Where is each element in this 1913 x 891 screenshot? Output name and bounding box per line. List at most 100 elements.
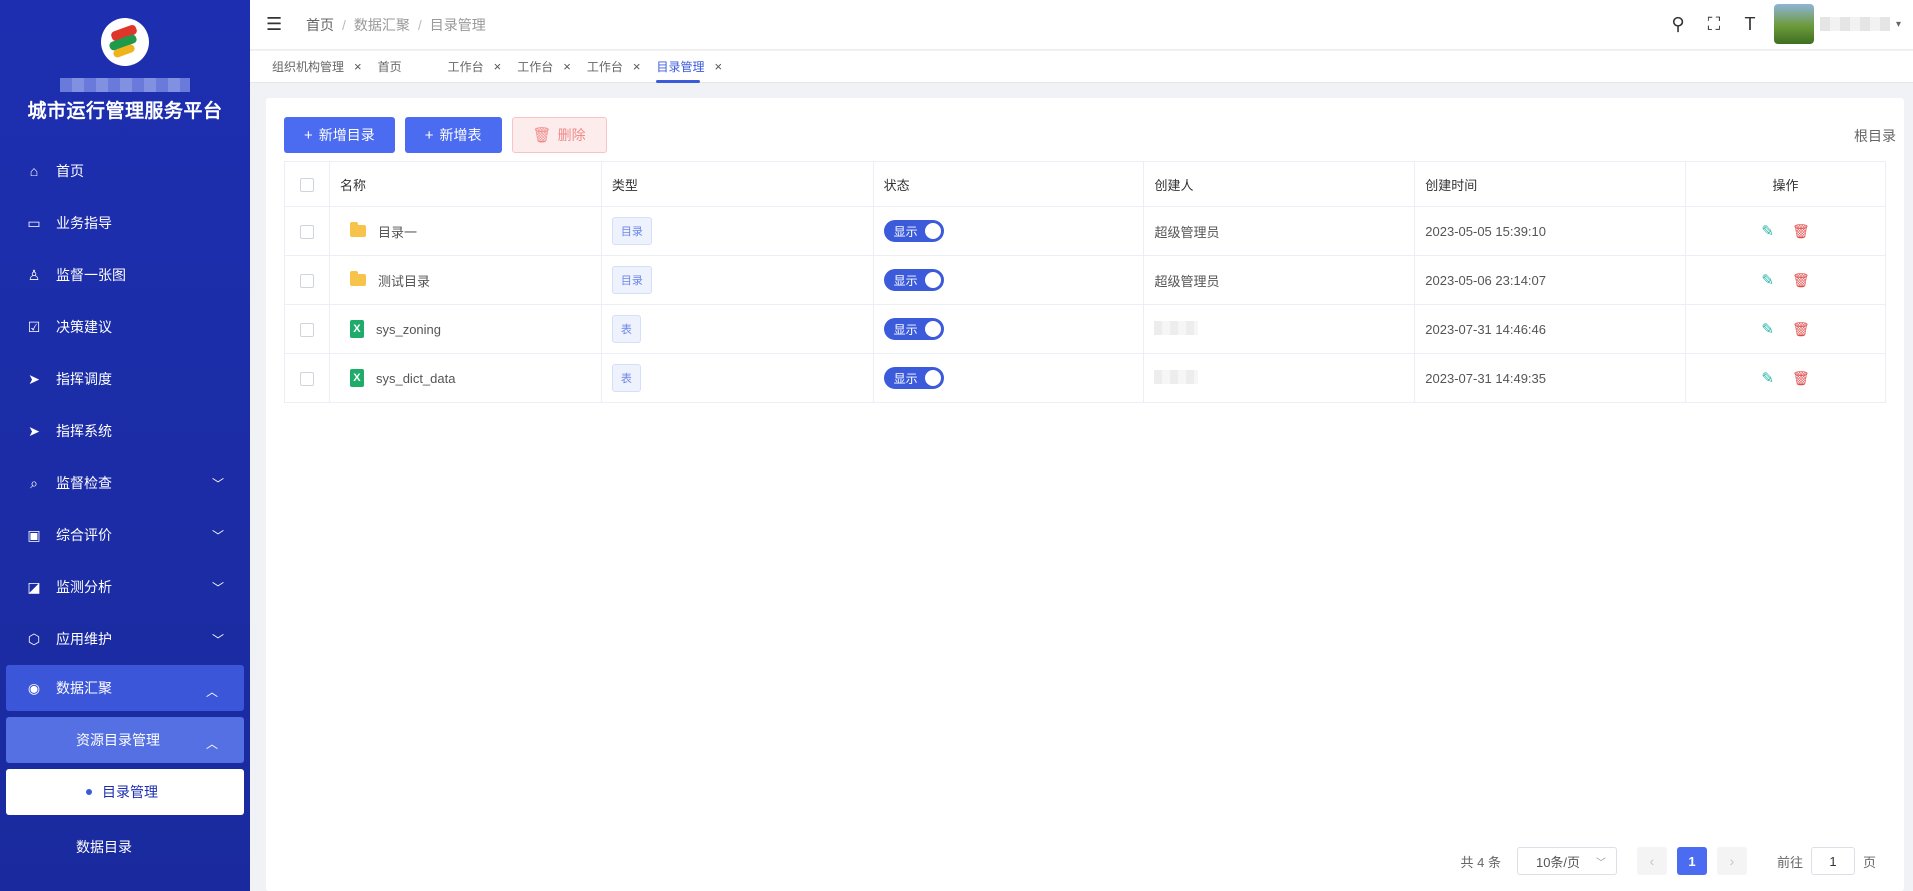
row-name[interactable]: 测试目录 bbox=[378, 271, 430, 290]
delete-button[interactable]: 🗑 删除 bbox=[511, 117, 607, 153]
add-table-button[interactable]: + 新增表 bbox=[404, 117, 502, 153]
row-name[interactable]: sys_dict_data bbox=[376, 371, 456, 386]
search-icon: ⌕ bbox=[30, 474, 38, 491]
tab-home[interactable]: 首页 bbox=[378, 51, 402, 83]
row-name[interactable]: sys_zoning bbox=[376, 322, 441, 337]
page-number-current[interactable]: 1 bbox=[1676, 847, 1707, 875]
blurred-creator bbox=[1154, 369, 1199, 384]
sidebar-item-home[interactable]: ⌂ 首页 bbox=[0, 145, 250, 197]
type-tag: 表 bbox=[611, 364, 641, 392]
menu-toggle-icon[interactable]: ☰ bbox=[266, 14, 284, 35]
fullscreen-icon[interactable]: ⛶ bbox=[1702, 12, 1726, 36]
type-cell: 表 bbox=[600, 304, 874, 354]
table-row: 目录一 目录 显示 超级管理员 2023-05-05 15:39:10 ✎ 🗑 bbox=[284, 206, 1886, 256]
button-label: 新增表 bbox=[439, 127, 482, 143]
close-icon[interactable]: × bbox=[354, 59, 362, 74]
trash-icon: 🗑 bbox=[532, 127, 552, 144]
breadcrumb: 首页 / 数据汇聚 / 目录管理 bbox=[306, 15, 486, 35]
column-header-creator: 创建人 bbox=[1143, 161, 1416, 207]
row-checkbox[interactable] bbox=[299, 273, 314, 288]
send-icon: ➤ bbox=[28, 370, 40, 387]
font-size-icon[interactable]: T bbox=[1738, 12, 1762, 36]
edit-check-icon: ☑ bbox=[27, 318, 41, 335]
sidebar-item-label: 综合评价 bbox=[56, 527, 112, 543]
table-header-row: 名称 类型 状态 创建人 创建时间 操作 bbox=[284, 161, 1886, 207]
tab-catalog-management[interactable]: 目录管理 × bbox=[656, 51, 722, 83]
logo-area: 城市运行管理服务平台 bbox=[0, 0, 250, 145]
chart-icon: ◪ bbox=[27, 578, 41, 595]
actions-cell: ✎ 🗑 bbox=[1685, 206, 1886, 256]
edit-icon[interactable]: ✎ bbox=[1761, 223, 1774, 240]
caret-down-icon[interactable]: ▾ bbox=[1896, 19, 1901, 30]
chevron-down-icon: ﹀ bbox=[211, 529, 224, 543]
sidebar-item-evaluation[interactable]: ▣ 综合评价 ﹀ bbox=[0, 509, 250, 561]
row-checkbox[interactable] bbox=[299, 371, 314, 386]
select-all-checkbox[interactable] bbox=[299, 177, 314, 192]
sidebar-item-catalog-management[interactable]: 目录管理 bbox=[6, 769, 244, 815]
avatar[interactable] bbox=[1773, 4, 1814, 44]
sidebar-item-data-catalog[interactable]: 数据目录 bbox=[0, 821, 250, 873]
tab-label: 工作台 bbox=[586, 60, 623, 74]
search-icon[interactable]: ⚲ bbox=[1666, 12, 1690, 36]
trash-icon[interactable]: 🗑 bbox=[1792, 223, 1810, 239]
sidebar-item-data-aggregation[interactable]: ◉ 数据汇聚 ︿ bbox=[6, 665, 244, 711]
tab-workbench[interactable]: 工作台 × bbox=[587, 51, 641, 83]
chevron-up-icon: ︿ bbox=[205, 737, 218, 751]
close-icon[interactable]: × bbox=[633, 59, 641, 74]
sidebar-item-resource-catalog[interactable]: 资源目录管理 ︿ bbox=[6, 717, 244, 763]
sidebar-item-label: 监督检查 bbox=[56, 475, 112, 491]
sidebar-item-maintenance[interactable]: ⬡ 应用维护 ﹀ bbox=[0, 613, 250, 665]
tab-org-management[interactable]: 组织机构管理 × bbox=[272, 51, 362, 83]
edit-icon[interactable]: ✎ bbox=[1761, 370, 1774, 387]
tab-workbench[interactable]: 工作台 × bbox=[517, 51, 571, 83]
status-toggle[interactable]: 显示 bbox=[883, 269, 944, 291]
close-icon[interactable]: × bbox=[714, 59, 722, 74]
plus-icon: + bbox=[424, 126, 434, 144]
trash-icon[interactable]: 🗑 bbox=[1792, 370, 1810, 386]
goto-page: 前往 1 页 bbox=[1777, 847, 1876, 875]
sidebar-item-label: 指挥调度 bbox=[56, 371, 112, 387]
sidebar-item-decision[interactable]: ☑ 决策建议 bbox=[0, 301, 250, 353]
table-row: Xsys_zoning 表 显示 2023-07-31 14:46:46 ✎ 🗑 bbox=[284, 304, 1886, 354]
row-checkbox[interactable] bbox=[299, 224, 314, 239]
trash-icon[interactable]: 🗑 bbox=[1792, 321, 1810, 337]
root-directory-link[interactable]: 根目录 bbox=[1854, 126, 1896, 146]
trash-icon[interactable]: 🗑 bbox=[1792, 272, 1810, 288]
created-cell: 2023-05-06 23:14:07 bbox=[1414, 255, 1687, 305]
creator-cell: 超级管理员 bbox=[1143, 255, 1416, 305]
sidebar-item-analysis[interactable]: ◪ 监测分析 ﹀ bbox=[0, 561, 250, 613]
sidebar-item-guidance[interactable]: ▭ 业务指导 bbox=[0, 197, 250, 249]
edit-icon[interactable]: ✎ bbox=[1761, 272, 1774, 289]
header-actions: ⚲ ⛶ T ▾ bbox=[1666, 4, 1901, 44]
user-icon: ♙ bbox=[27, 266, 41, 283]
top-header: ☰ 首页 / 数据汇聚 / 目录管理 ⚲ ⛶ T ▾ bbox=[250, 0, 1913, 50]
row-checkbox[interactable] bbox=[299, 322, 314, 337]
breadcrumb-item[interactable]: 数据汇聚 bbox=[354, 17, 410, 33]
close-icon[interactable]: × bbox=[494, 59, 502, 74]
sidebar-item-dispatch[interactable]: ➤ 指挥调度 bbox=[0, 353, 250, 405]
blurred-username[interactable] bbox=[1819, 17, 1890, 31]
sidebar-item-label: 目录管理 bbox=[102, 784, 158, 800]
sidebar-item-label: 指挥系统 bbox=[56, 423, 112, 439]
sidebar-item-label: 监测分析 bbox=[56, 579, 112, 595]
status-toggle[interactable]: 显示 bbox=[883, 367, 944, 389]
sidebar-item-command-system[interactable]: ➤ 指挥系统 bbox=[0, 405, 250, 457]
blurred-creator bbox=[1154, 320, 1199, 335]
goto-page-input[interactable]: 1 bbox=[1810, 847, 1855, 875]
tab-workbench[interactable]: 工作台 × bbox=[448, 51, 502, 83]
sidebar-item-label: 业务指导 bbox=[56, 215, 112, 231]
prev-page-button[interactable]: ‹ bbox=[1636, 847, 1667, 875]
page-size-select[interactable]: 10条/页 ﹀ bbox=[1516, 847, 1617, 875]
edit-icon[interactable]: ✎ bbox=[1761, 321, 1774, 338]
type-cell: 目录 bbox=[600, 206, 874, 256]
next-page-button[interactable]: › bbox=[1716, 847, 1747, 875]
status-toggle[interactable]: 显示 bbox=[883, 318, 944, 340]
close-icon[interactable]: × bbox=[563, 59, 571, 74]
sidebar-item-supervision-map[interactable]: ♙ 监督一张图 bbox=[0, 249, 250, 301]
add-directory-button[interactable]: + 新增目录 bbox=[284, 117, 395, 153]
sidebar-item-label: 决策建议 bbox=[56, 319, 112, 335]
status-toggle[interactable]: 显示 bbox=[883, 220, 944, 242]
sidebar-item-inspection[interactable]: ⌕ 监督检查 ﹀ bbox=[0, 457, 250, 509]
row-name[interactable]: 目录一 bbox=[378, 222, 417, 241]
breadcrumb-item[interactable]: 首页 bbox=[306, 17, 334, 33]
